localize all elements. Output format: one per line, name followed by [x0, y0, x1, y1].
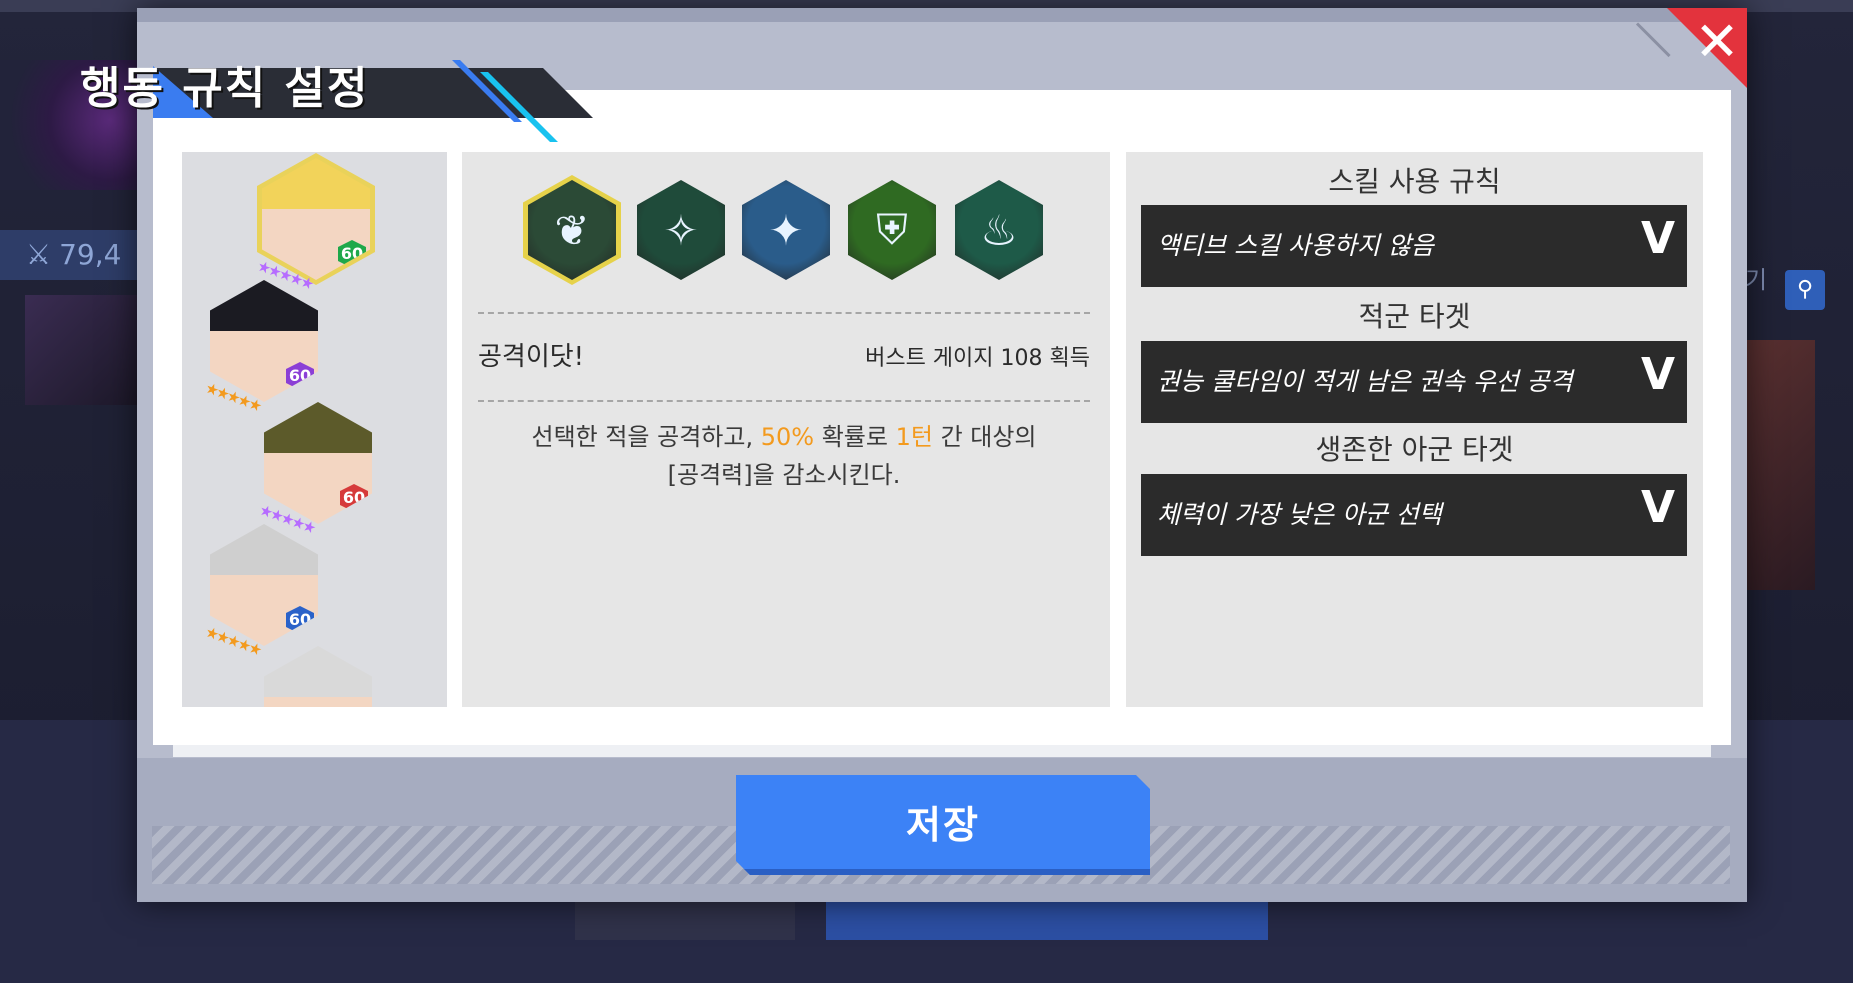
ally-target-select[interactable]: 체력이 가장 낮은 아군 선택 V: [1141, 474, 1687, 556]
ally-target-label: 생존한 아군 타겟: [1315, 433, 1514, 466]
character-level-badge: 60: [340, 484, 368, 512]
character-portrait-3[interactable]: 60: [264, 402, 372, 524]
background-portrait-right: [1745, 340, 1815, 590]
divider: [478, 312, 1090, 314]
background-portrait-left: [25, 295, 140, 405]
skill-use-rule-label: 스킬 사용 규칙: [1328, 165, 1501, 198]
modal-panel-shadow: [173, 745, 1711, 757]
character-level-badge: 60: [286, 606, 314, 634]
character-level-badge: 60: [286, 362, 314, 390]
save-button-label[interactable]: 저장: [736, 775, 1150, 875]
skill-name: 공격이닷!: [478, 342, 585, 372]
divider: [478, 400, 1090, 402]
search-icon: ⚲: [1785, 270, 1825, 310]
skill-desc-part: 간 대상의: [932, 423, 1037, 451]
skill-use-rule-value: 액티브 스킬 사용하지 않음: [1157, 231, 1434, 260]
side-text: 기: [1745, 266, 1768, 294]
modal-header-band: [137, 8, 1747, 22]
ally-target-value: 체력이 가장 낮은 아군 선택: [1157, 500, 1442, 529]
chevron-down-icon: V: [1640, 482, 1675, 533]
skill-desc-part: [공격력]을 감소시킨다.: [667, 461, 901, 489]
character-portrait-4[interactable]: 60: [210, 524, 318, 646]
skill-desc-highlight: 1턴: [895, 423, 933, 451]
skill-burst-gain: 버스트 게이지 108 획득: [865, 346, 1090, 371]
enemy-target-select[interactable]: 권능 쿨타임이 적게 남은 권속 우선 공격 V: [1141, 341, 1687, 423]
enemy-target-value: 권능 쿨타임이 적게 남은 권속 우선 공격: [1157, 367, 1573, 396]
character-portrait-2[interactable]: 60: [210, 280, 318, 402]
character-list[interactable]: 60 ★★★★★ 60 ★★★★★ 60 ★★★★★ 60 ★★★★★: [182, 152, 447, 707]
modal-title: 행동 규칙 설정: [80, 63, 370, 114]
background-combat-power: ⚔ 79,4: [0, 230, 140, 280]
character-portrait-5[interactable]: [264, 646, 372, 707]
close-icon[interactable]: ✕: [1687, 10, 1747, 73]
close-divider: [1635, 22, 1671, 58]
combat-power-value: 79,4: [59, 238, 122, 271]
chevron-down-icon: V: [1640, 213, 1675, 264]
skill-desc-part: 선택한 적을 공격하고,: [531, 423, 761, 451]
skill-description: 선택한 적을 공격하고, 50% 확률로 1턴 간 대상의 [공격력]을 감소시…: [478, 418, 1090, 494]
crossed-swords-icon: ⚔: [26, 238, 52, 271]
chevron-down-icon: V: [1640, 349, 1675, 400]
skill-desc-highlight: 50%: [760, 423, 815, 451]
enemy-target-label: 적군 타겟: [1358, 300, 1471, 333]
skill-desc-part: 확률로: [814, 423, 896, 451]
skill-use-rule-select[interactable]: 액티브 스킬 사용하지 않음 V: [1141, 205, 1687, 287]
